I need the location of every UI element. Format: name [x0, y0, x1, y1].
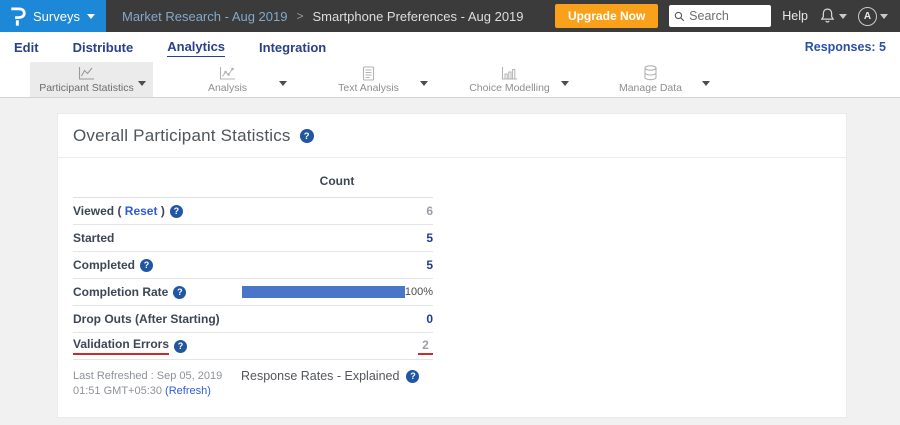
row-label-text: Viewed ( Reset ) [73, 204, 165, 218]
nav-distribute[interactable]: Distribute [73, 38, 134, 57]
analytics-toolbar: Participant Statistics Analysis Tex [0, 62, 900, 98]
tab-analysis[interactable]: Analysis [171, 62, 294, 97]
card-title-row: Overall Participant Statistics ? [58, 114, 846, 158]
tab-label: Analysis [208, 82, 247, 94]
help-icon[interactable]: ? [174, 340, 187, 353]
chevron-down-icon [87, 14, 95, 23]
row-value: 6 [426, 204, 433, 218]
chevron-down-icon [880, 14, 888, 23]
breadcrumb-survey[interactable]: Smartphone Preferences - Aug 2019 [313, 9, 524, 24]
response-rates-explained: Response Rates - Explained ? [241, 369, 419, 383]
completion-rate-value: 100% [405, 286, 433, 298]
table-row-started: Started 5 [73, 225, 433, 252]
row-label-text: Drop Outs (After Starting) [73, 312, 220, 326]
tab-choice-modelling[interactable]: Choice Modelling [453, 62, 576, 97]
search-box[interactable] [669, 5, 771, 27]
completion-rate-bar [242, 286, 405, 298]
row-label-text: Completed [73, 258, 135, 272]
participant-statistics-card: Overall Participant Statistics ? Count V… [57, 113, 847, 418]
tab-label: Choice Modelling [469, 82, 550, 94]
help-icon[interactable]: ? [406, 370, 419, 383]
search-icon [674, 10, 685, 23]
nav-analytics[interactable]: Analytics [167, 37, 225, 57]
help-icon[interactable]: ? [170, 205, 183, 218]
nav-edit[interactable]: Edit [14, 38, 39, 57]
chevron-right-icon: > [296, 9, 303, 23]
row-label-text: Validation Errors [73, 337, 169, 355]
tab-text-analysis[interactable]: Text Analysis [312, 62, 435, 97]
row-value: 2 [418, 338, 433, 355]
count-column-header: Count [241, 174, 433, 188]
nav-integration[interactable]: Integration [259, 38, 326, 57]
chevron-down-icon[interactable] [138, 81, 146, 90]
bar-chart-icon [501, 66, 518, 81]
table-row-drop-outs: Drop Outs (After Starting) 0 [73, 306, 433, 333]
row-value: 0 [426, 312, 433, 326]
last-refreshed: Last Refreshed : Sep 05, 2019 01:51 GMT+… [73, 369, 241, 400]
account-menu[interactable]: A [858, 7, 888, 26]
row-label-text: Completion Rate [73, 285, 168, 299]
breadcrumb-folder[interactable]: Market Research - Aug 2019 [122, 9, 287, 24]
topbar-actions: Upgrade Now Help A [555, 4, 900, 28]
chevron-down-icon [839, 14, 847, 23]
breadcrumb: Market Research - Aug 2019 > Smartphone … [122, 9, 524, 24]
chevron-down-icon[interactable] [279, 81, 287, 90]
refresh-link[interactable]: (Refresh) [165, 385, 211, 397]
responses-count[interactable]: Responses: 5 [805, 40, 886, 54]
tab-label: Manage Data [619, 82, 682, 94]
survey-nav: Edit Distribute Analytics Integration Re… [0, 32, 900, 62]
table-row-completion-rate: Completion Rate ? 100% [73, 279, 433, 306]
table-row-viewed: Viewed ( Reset ) ? 6 [73, 198, 433, 225]
questionpro-logo-icon [9, 5, 26, 27]
help-link[interactable]: Help [782, 9, 808, 23]
upgrade-now-button[interactable]: Upgrade Now [555, 4, 658, 28]
row-value: 5 [426, 231, 433, 245]
dot-chart-icon [219, 66, 236, 81]
search-input[interactable] [689, 9, 766, 23]
table-header-row: Count [73, 164, 433, 198]
reset-link[interactable]: Reset [125, 204, 158, 218]
page-title: Overall Participant Statistics [73, 126, 291, 146]
tab-participant-statistics[interactable]: Participant Statistics [30, 62, 153, 97]
row-label-text: Started [73, 231, 114, 245]
tab-label: Text Analysis [338, 82, 399, 94]
surveys-menu-label: Surveys [33, 9, 80, 24]
tab-manage-data[interactable]: Manage Data [594, 62, 717, 97]
bell-icon [819, 7, 836, 25]
help-icon[interactable]: ? [173, 286, 186, 299]
card-footer: Last Refreshed : Sep 05, 2019 01:51 GMT+… [73, 369, 831, 400]
notifications-menu[interactable] [819, 7, 847, 25]
chevron-down-icon[interactable] [702, 81, 710, 90]
document-icon [361, 66, 376, 81]
row-value: 5 [426, 258, 433, 272]
help-icon[interactable]: ? [300, 129, 314, 143]
database-icon [643, 65, 658, 81]
chevron-down-icon[interactable] [561, 81, 569, 90]
page-content: Overall Participant Statistics ? Count V… [0, 98, 900, 418]
line-chart-icon [78, 66, 95, 81]
avatar: A [858, 7, 877, 26]
help-icon[interactable]: ? [140, 259, 153, 272]
tab-label: Participant Statistics [39, 82, 134, 94]
surveys-menu[interactable]: Surveys [0, 0, 106, 32]
table-row-validation-errors: Validation Errors ? 2 [73, 333, 433, 360]
chevron-down-icon[interactable] [420, 81, 428, 90]
top-bar: Surveys Market Research - Aug 2019 > Sma… [0, 0, 900, 32]
table-row-completed: Completed ? 5 [73, 252, 433, 279]
participant-statistics-table: Count Viewed ( Reset ) ? 6 Started 5 [73, 164, 433, 360]
